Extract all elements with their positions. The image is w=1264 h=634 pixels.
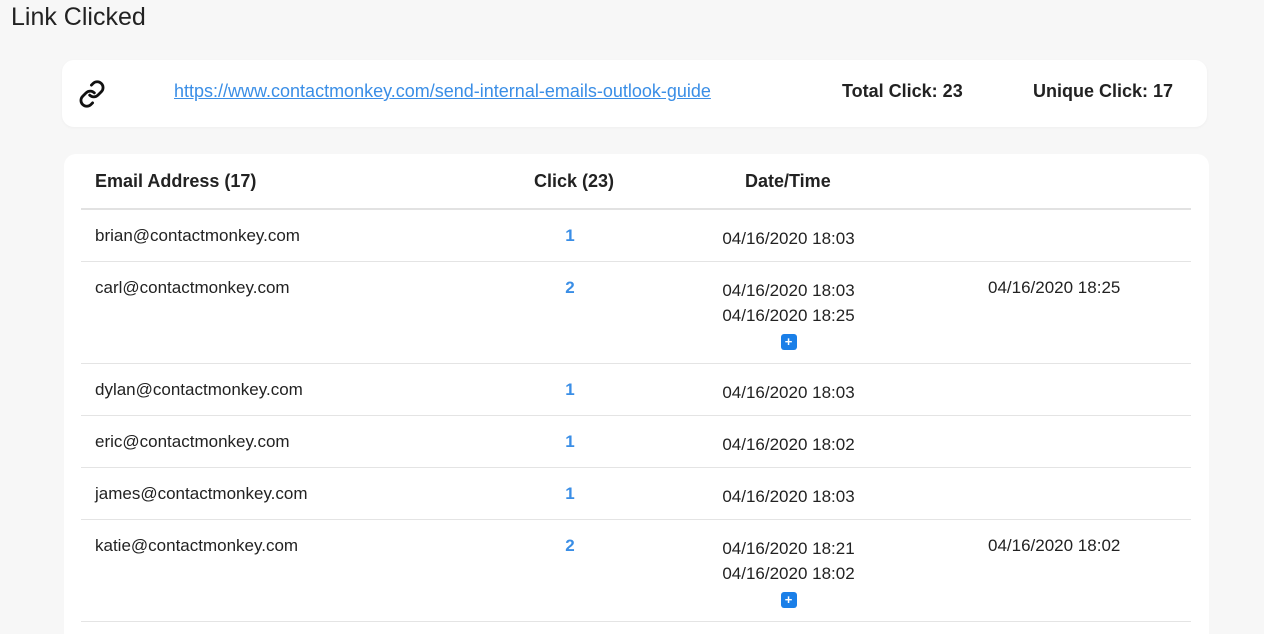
- table-row: eric@contactmonkey.com 1 04/16/2020 18:0…: [81, 416, 1191, 468]
- row-email: james@contactmonkey.com: [95, 484, 308, 503]
- row-click-count[interactable]: 2: [564, 278, 576, 298]
- link-summary-card: https://www.contactmonkey.com/send-inter…: [62, 60, 1207, 127]
- row-dates: 04/16/2020 18:03: [701, 380, 876, 405]
- row-email: dylan@contactmonkey.com: [95, 380, 303, 399]
- link-icon: [78, 80, 106, 108]
- header-date[interactable]: Date/Time: [745, 171, 831, 192]
- row-click-count[interactable]: 2: [564, 536, 576, 556]
- row-date: 04/16/2020 18:03: [722, 281, 855, 300]
- table-header: Email Address (17) Click (23) Date/Time: [81, 154, 1191, 210]
- table-body: brian@contactmonkey.com 1 04/16/2020 18:…: [81, 210, 1191, 622]
- row-click-count[interactable]: 1: [564, 226, 576, 246]
- unique-click-count: Unique Click: 17: [1033, 81, 1174, 101]
- row-date: 04/16/2020 18:03: [722, 229, 855, 248]
- row-date: 04/16/2020 18:21: [722, 539, 855, 558]
- row-dates: 04/16/2020 18:21 04/16/2020 18:02 +: [701, 536, 876, 611]
- row-email: eric@contactmonkey.com: [95, 432, 290, 451]
- row-dates: 04/16/2020 18:03 04/16/2020 18:25 +: [701, 278, 876, 353]
- expand-dates-button[interactable]: +: [780, 334, 797, 350]
- row-date: 04/16/2020 18:03: [722, 487, 855, 506]
- clicks-table: Email Address (17) Click (23) Date/Time …: [64, 154, 1209, 634]
- row-click-count[interactable]: 1: [564, 484, 576, 504]
- row-date: 04/16/2020 18:03: [722, 383, 855, 402]
- row-last-date: 04/16/2020 18:25: [988, 278, 1121, 297]
- table-row: dylan@contactmonkey.com 1 04/16/2020 18:…: [81, 364, 1191, 416]
- row-date: 04/16/2020 18:25: [722, 306, 855, 325]
- table-row: carl@contactmonkey.com 2 04/16/2020 18:0…: [81, 262, 1191, 364]
- row-dates: 04/16/2020 18:02: [701, 432, 876, 457]
- tracked-link-url[interactable]: https://www.contactmonkey.com/send-inter…: [174, 81, 711, 102]
- table-row: brian@contactmonkey.com 1 04/16/2020 18:…: [81, 210, 1191, 262]
- header-click[interactable]: Click (23): [534, 171, 614, 192]
- total-click-count: Total Click: 23: [842, 81, 963, 101]
- row-email: katie@contactmonkey.com: [95, 536, 299, 555]
- row-click-count[interactable]: 1: [564, 432, 576, 452]
- row-dates: 04/16/2020 18:03: [701, 226, 876, 251]
- table-row: james@contactmonkey.com 1 04/16/2020 18:…: [81, 468, 1191, 520]
- page-title: Link Clicked: [11, 3, 146, 31]
- row-last-date: 04/16/2020 18:02: [988, 536, 1121, 555]
- row-date: 04/16/2020 18:02: [722, 564, 855, 583]
- expand-dates-button[interactable]: +: [780, 592, 797, 608]
- row-date: 04/16/2020 18:02: [722, 435, 855, 454]
- table-row: katie@contactmonkey.com 2 04/16/2020 18:…: [81, 520, 1191, 622]
- row-email: carl@contactmonkey.com: [95, 278, 290, 297]
- row-dates: 04/16/2020 18:03: [701, 484, 876, 509]
- row-email: brian@contactmonkey.com: [95, 226, 300, 245]
- header-email[interactable]: Email Address (17): [95, 171, 256, 192]
- row-click-count[interactable]: 1: [564, 380, 576, 400]
